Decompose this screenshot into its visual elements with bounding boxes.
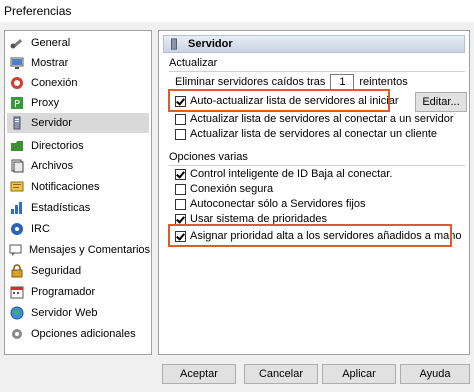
lock-icon (9, 263, 25, 279)
retries-suffix-label: reintentos (359, 76, 408, 88)
update-on-connect-client-row[interactable]: Actualizar lista de servidores al conect… (175, 128, 437, 140)
sidebar-item-notificaciones[interactable]: Notificaciones (7, 177, 149, 197)
sidebar-item-label: Programador (31, 286, 96, 298)
gear-icon (9, 326, 25, 342)
update-on-connect-server-row[interactable]: Actualizar lista de servidores al conect… (175, 113, 454, 125)
files-icon (9, 158, 25, 174)
sidebar-item-label: Mostrar (31, 57, 69, 69)
server-icon (9, 115, 25, 131)
sidebar-item-label: Archivos (31, 160, 74, 172)
edit-button[interactable]: Editar... (415, 92, 467, 112)
globe-icon (9, 305, 25, 321)
sidebar-item-label: Proxy (31, 97, 60, 109)
wrench-icon (9, 35, 25, 51)
accept-button[interactable]: Aceptar (162, 364, 236, 384)
secure-connection-checkbox[interactable] (175, 183, 186, 195)
connection-icon (9, 75, 25, 91)
title-bar: Preferencias (0, 0, 474, 22)
settings-panel: Servidor Actualizar Eliminar servidores … (158, 30, 470, 355)
sidebar-item-general[interactable]: General (7, 33, 149, 53)
preferences-sidebar: General Mostrar Conexión P Proxy Servido… (4, 30, 152, 355)
sidebar-item-proxy[interactable]: P Proxy (7, 93, 149, 113)
sidebar-item-mostrar[interactable]: Mostrar (7, 53, 149, 73)
folder-icon (9, 138, 25, 154)
window-title: Preferencias (4, 4, 72, 18)
sidebar-item-servidor[interactable]: Servidor (7, 113, 149, 133)
sidebar-item-archivos[interactable]: Archivos (7, 156, 149, 176)
sidebar-item-directorios[interactable]: Directorios (7, 136, 149, 156)
proxy-icon: P (9, 95, 25, 111)
svg-text:P: P (14, 99, 20, 110)
smart-lowid-checkbox[interactable] (175, 168, 186, 180)
irc-icon (9, 221, 25, 237)
sidebar-item-irc[interactable]: IRC (7, 219, 149, 239)
sidebar-item-label: IRC (31, 223, 50, 235)
remove-dead-servers-row: Eliminar servidores caídos tras 1 reinte… (175, 74, 408, 90)
sidebar-item-seguridad[interactable]: Seguridad (7, 261, 149, 281)
sidebar-item-estadisticas[interactable]: Estadísticas (7, 198, 149, 218)
autoconnect-fixed-row[interactable]: Autoconectar sólo a Servidores fijos (175, 198, 365, 210)
sidebar-item-conexion[interactable]: Conexión (7, 73, 149, 93)
update-on-connect-server-checkbox[interactable] (175, 113, 186, 125)
group-divider (169, 165, 465, 166)
monitor-icon (9, 55, 25, 71)
update-on-connect-server-label: Actualizar lista de servidores al conect… (190, 113, 454, 125)
panel-header: Servidor (163, 35, 465, 53)
secure-connection-label: Conexión segura (190, 183, 274, 195)
group-title-opciones: Opciones varias (169, 151, 248, 163)
sidebar-item-label: Notificaciones (31, 181, 100, 193)
sidebar-item-label: Estadísticas (31, 202, 91, 214)
scheduler-icon (9, 284, 25, 300)
panel-title: Servidor (188, 38, 233, 50)
notification-icon (9, 179, 25, 195)
group-title-actualizar: Actualizar (169, 57, 218, 69)
sidebar-item-opciones-adicionales[interactable]: Opciones adicionales (7, 324, 149, 344)
sidebar-item-label: General (31, 37, 71, 49)
sidebar-item-label: Mensajes y Comentarios (29, 244, 151, 256)
cancel-button[interactable]: Cancelar (244, 364, 318, 384)
secure-connection-row[interactable]: Conexión segura (175, 183, 273, 195)
sidebar-item-label: Seguridad (31, 265, 82, 277)
sidebar-item-label: Opciones adicionales (31, 328, 136, 340)
sidebar-item-label: Conexión (31, 77, 78, 89)
help-button[interactable]: Ayuda (400, 364, 470, 384)
messages-icon (9, 242, 23, 258)
autoconnect-fixed-label: Autoconectar sólo a Servidores fijos (190, 198, 366, 210)
smart-lowid-label: Control inteligente de ID Baja al conect… (190, 168, 393, 180)
smart-lowid-row[interactable]: Control inteligente de ID Baja al conect… (175, 168, 392, 180)
sidebar-item-mensajes[interactable]: Mensajes y Comentarios (7, 240, 151, 260)
update-on-connect-client-label: Actualizar lista de servidores al conect… (190, 128, 438, 140)
apply-button[interactable]: Aplicar (322, 364, 396, 384)
sidebar-item-servidor-web[interactable]: Servidor Web (7, 303, 149, 323)
priority-system-checkbox[interactable] (175, 213, 186, 225)
sidebar-item-label: Servidor (31, 117, 72, 129)
sidebar-item-label: Servidor Web (31, 307, 98, 319)
stats-icon (9, 200, 25, 216)
retries-input[interactable]: 1 (330, 74, 355, 90)
highlight-box (168, 89, 390, 112)
dialog-button-bar: Aceptar Cancelar Aplicar Ayuda (0, 356, 474, 392)
autoconnect-fixed-checkbox[interactable] (175, 198, 186, 210)
update-on-connect-client-checkbox[interactable] (175, 128, 186, 140)
sidebar-item-label: Directorios (31, 140, 84, 152)
highlight-box (168, 224, 452, 247)
group-divider (169, 71, 465, 72)
remove-dead-servers-label: Eliminar servidores caídos tras (175, 76, 326, 88)
sidebar-item-programador[interactable]: Programador (7, 282, 149, 302)
server-icon (166, 36, 182, 52)
